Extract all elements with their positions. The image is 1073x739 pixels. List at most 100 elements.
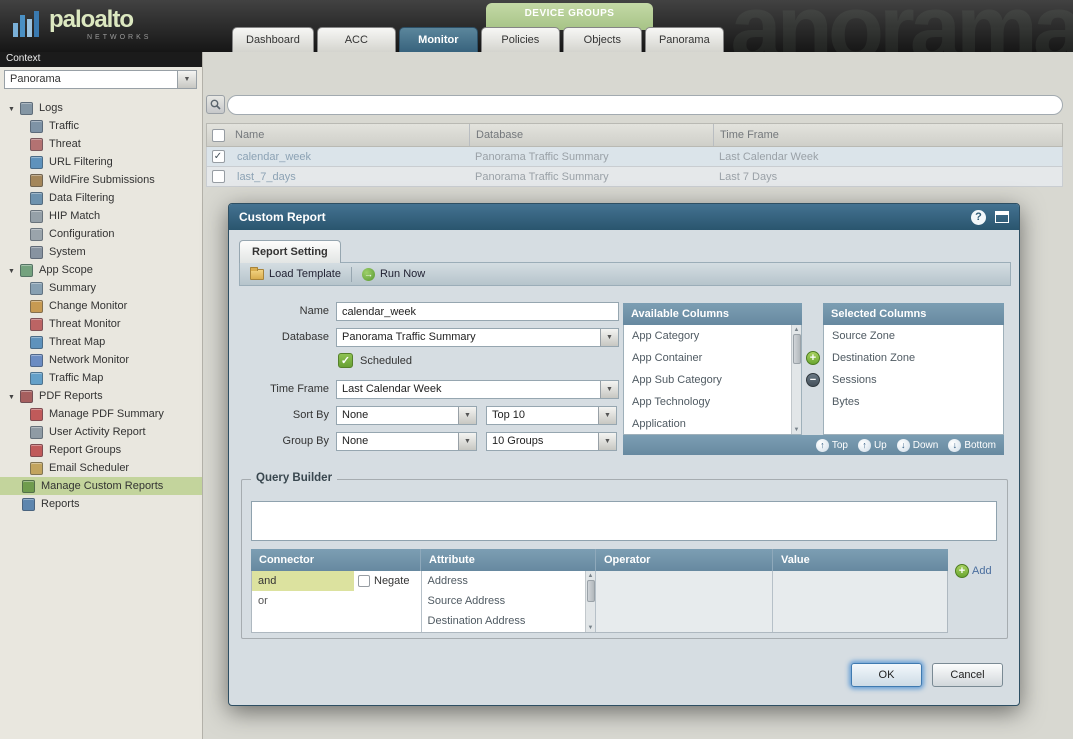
connector-option-or[interactable]: or bbox=[252, 591, 421, 611]
tab-panorama[interactable]: Panorama bbox=[645, 27, 724, 52]
report-name-link[interactable]: calendar_week bbox=[229, 151, 469, 163]
column-header-name[interactable]: Name bbox=[229, 124, 469, 146]
sidebar-item-manage-custom-reports[interactable]: Manage Custom Reports bbox=[0, 477, 202, 495]
list-item[interactable]: Application bbox=[624, 413, 792, 435]
chevron-down-icon[interactable] bbox=[600, 381, 618, 398]
context-dropdown-button[interactable] bbox=[177, 71, 196, 88]
add-rule-button[interactable]: Add bbox=[955, 564, 992, 578]
sidebar-item-traffic[interactable]: Traffic bbox=[0, 117, 202, 135]
scroll-down-icon[interactable]: ▼ bbox=[586, 623, 596, 632]
load-template-button[interactable]: Load Template bbox=[240, 263, 351, 285]
row-checkbox[interactable] bbox=[212, 150, 225, 163]
list-item[interactable]: Bytes bbox=[824, 391, 1003, 413]
sidebar-item-data-filtering[interactable]: Data Filtering bbox=[0, 189, 202, 207]
list-item[interactable]: Source Zone bbox=[824, 325, 1003, 347]
maximize-icon[interactable] bbox=[995, 211, 1009, 223]
sort-top-select[interactable]: Top 10 bbox=[486, 406, 617, 425]
report-name-link[interactable]: last_7_days bbox=[229, 171, 469, 183]
list-item[interactable]: App Container bbox=[624, 347, 792, 369]
row-checkbox[interactable] bbox=[212, 170, 225, 183]
chevron-down-icon[interactable] bbox=[458, 433, 476, 450]
sidebar-item-traffic-map[interactable]: Traffic Map bbox=[0, 369, 202, 387]
filter-input[interactable] bbox=[227, 95, 1063, 115]
negate-checkbox[interactable] bbox=[358, 575, 370, 587]
connector-option-and[interactable]: and bbox=[252, 571, 354, 591]
tab-monitor[interactable]: Monitor bbox=[399, 27, 478, 52]
sidebar-item-app-scope[interactable]: App Scope bbox=[0, 261, 202, 279]
tab-dashboard[interactable]: Dashboard bbox=[232, 27, 314, 52]
context-dropdown[interactable]: Panorama bbox=[4, 70, 197, 89]
sidebar-item-summary[interactable]: Summary bbox=[0, 279, 202, 297]
ok-button[interactable]: OK bbox=[851, 663, 922, 687]
tab-policies[interactable]: Policies bbox=[481, 27, 560, 52]
sidebar-item-manage-pdf-summary[interactable]: Manage PDF Summary bbox=[0, 405, 202, 423]
chevron-down-icon[interactable] bbox=[600, 329, 618, 346]
tab-report-setting[interactable]: Report Setting bbox=[239, 240, 341, 263]
sidebar-item-threat-monitor[interactable]: Threat Monitor bbox=[0, 315, 202, 333]
column-header-database[interactable]: Database bbox=[469, 124, 713, 146]
scrollbar-thumb[interactable] bbox=[587, 580, 595, 602]
sidebar-item-system[interactable]: System bbox=[0, 243, 202, 261]
list-item[interactable]: App Sub Category bbox=[624, 369, 792, 391]
query-textarea[interactable] bbox=[251, 501, 997, 541]
add-column-icon[interactable] bbox=[806, 351, 820, 365]
scroll-up-icon[interactable]: ▲ bbox=[586, 571, 596, 580]
attribute-option[interactable]: Source Address bbox=[422, 591, 586, 611]
scrollbar-thumb[interactable] bbox=[793, 334, 801, 364]
dialog-header[interactable]: Custom Report bbox=[229, 204, 1019, 230]
group-by-select[interactable]: None bbox=[336, 432, 477, 451]
sidebar-item-reports[interactable]: Reports bbox=[0, 495, 202, 513]
expander-icon[interactable] bbox=[8, 264, 20, 276]
run-now-button[interactable]: Run Now bbox=[352, 263, 435, 285]
expander-icon[interactable] bbox=[8, 390, 20, 402]
database-select[interactable]: Panorama Traffic Summary bbox=[336, 328, 619, 347]
sort-by-select[interactable]: None bbox=[336, 406, 477, 425]
scrollbar[interactable]: ▲ ▼ bbox=[585, 571, 595, 632]
sidebar-item-network-monitor[interactable]: Network Monitor bbox=[0, 351, 202, 369]
table-row[interactable]: calendar_week Panorama Traffic Summary L… bbox=[206, 147, 1063, 167]
scrollbar[interactable]: ▲ ▼ bbox=[791, 325, 801, 434]
sidebar-item-pdf-reports[interactable]: PDF Reports bbox=[0, 387, 202, 405]
sidebar-item-email-scheduler[interactable]: Email Scheduler bbox=[0, 459, 202, 477]
list-item[interactable]: Sessions bbox=[824, 369, 1003, 391]
sidebar-item-wildfire-submissions[interactable]: WildFire Submissions bbox=[0, 171, 202, 189]
group-count-select[interactable]: 10 Groups bbox=[486, 432, 617, 451]
chevron-down-icon[interactable] bbox=[458, 407, 476, 424]
search-button[interactable] bbox=[206, 95, 225, 114]
attribute-option[interactable]: Address bbox=[422, 571, 586, 591]
time-frame-select[interactable]: Last Calendar Week bbox=[336, 380, 619, 399]
sidebar-item-hip-match[interactable]: HIP Match bbox=[0, 207, 202, 225]
sidebar-item-report-groups[interactable]: Report Groups bbox=[0, 441, 202, 459]
move-bottom-button[interactable]: Bottom bbox=[948, 439, 996, 452]
sidebar-item-logs[interactable]: Logs bbox=[0, 99, 202, 117]
scroll-up-icon[interactable]: ▲ bbox=[792, 325, 802, 334]
attribute-option[interactable]: Destination Address bbox=[422, 611, 586, 631]
sidebar-item-user-activity-report[interactable]: User Activity Report bbox=[0, 423, 202, 441]
move-up-button[interactable]: Up bbox=[858, 439, 887, 452]
sidebar-item-threat[interactable]: Threat bbox=[0, 135, 202, 153]
move-down-button[interactable]: Down bbox=[897, 439, 939, 452]
sidebar-item-threat-map[interactable]: Threat Map bbox=[0, 333, 202, 351]
tab-objects[interactable]: Objects bbox=[563, 27, 642, 52]
list-item[interactable]: Destination Zone bbox=[824, 347, 1003, 369]
name-field[interactable] bbox=[336, 302, 619, 321]
select-all-checkbox[interactable] bbox=[212, 129, 225, 142]
cancel-button[interactable]: Cancel bbox=[932, 663, 1003, 687]
move-top-button[interactable]: Top bbox=[816, 439, 848, 452]
column-header-time-frame[interactable]: Time Frame bbox=[713, 124, 1062, 146]
chevron-down-icon[interactable] bbox=[598, 433, 616, 450]
table-row[interactable]: last_7_days Panorama Traffic Summary Las… bbox=[206, 167, 1063, 187]
table-header: Name Database Time Frame bbox=[206, 123, 1063, 147]
list-item[interactable]: App Category bbox=[624, 325, 792, 347]
expander-icon[interactable] bbox=[8, 102, 20, 114]
tab-acc[interactable]: ACC bbox=[317, 27, 396, 52]
help-icon[interactable] bbox=[971, 210, 986, 225]
sidebar-item-url-filtering[interactable]: URL Filtering bbox=[0, 153, 202, 171]
list-item[interactable]: App Technology bbox=[624, 391, 792, 413]
sidebar-item-change-monitor[interactable]: Change Monitor bbox=[0, 297, 202, 315]
remove-column-icon[interactable] bbox=[806, 373, 820, 387]
chevron-down-icon[interactable] bbox=[598, 407, 616, 424]
scroll-down-icon[interactable]: ▼ bbox=[792, 425, 802, 434]
sidebar-item-configuration[interactable]: Configuration bbox=[0, 225, 202, 243]
scheduled-checkbox[interactable] bbox=[338, 353, 353, 368]
